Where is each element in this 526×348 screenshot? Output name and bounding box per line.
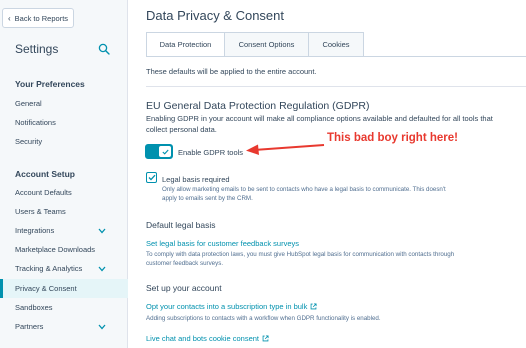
- external-link-icon: [262, 335, 269, 342]
- search-icon[interactable]: [98, 43, 110, 55]
- annotation-arrow-icon: [246, 144, 325, 155]
- chevron-left-icon: ‹: [8, 13, 11, 23]
- legal-basis-checkbox[interactable]: [146, 172, 157, 183]
- sidebar-item-account-defaults[interactable]: Account Defaults: [15, 188, 72, 197]
- enable-gdpr-label: Enable GDPR tools: [178, 148, 244, 157]
- sidebar-item-notifications[interactable]: Notifications: [15, 118, 56, 127]
- settings-sidebar: ‹ Back to Reports Settings Your Preferen…: [0, 0, 128, 348]
- default-legal-basis-heading: Default legal basis: [146, 220, 216, 230]
- bulk-subscription-link[interactable]: Opt your contacts into a subscription ty…: [146, 302, 317, 311]
- check-icon: [148, 174, 155, 181]
- sidebar-item-tracking-analytics[interactable]: Tracking & Analytics: [15, 264, 82, 273]
- live-chat-cookie-link[interactable]: Live chat and bots cookie consent: [146, 334, 269, 343]
- sidebar-item-sandboxes[interactable]: Sandboxes: [15, 303, 53, 312]
- back-to-reports-button[interactable]: ‹ Back to Reports: [2, 8, 74, 28]
- check-icon: [161, 149, 169, 155]
- sidebar-item-partners[interactable]: Partners: [15, 322, 43, 331]
- section-divider: [146, 86, 526, 87]
- legal-basis-feedback-description: To comply with data protection laws, you…: [146, 251, 455, 267]
- legal-basis-description: Only allow marketing emails to be sent t…: [162, 186, 446, 202]
- defaults-note: These defaults will be applied to the en…: [146, 67, 317, 76]
- annotation-text: This bad boy right here!: [327, 132, 458, 144]
- back-button-label: Back to Reports: [14, 13, 69, 23]
- chevron-down-icon[interactable]: [98, 324, 106, 330]
- section-your-preferences: Your Preferences: [15, 79, 85, 89]
- sidebar-item-marketplace-downloads[interactable]: Marketplace Downloads: [15, 245, 95, 254]
- toggle-knob: [159, 146, 171, 157]
- sidebar-item-security[interactable]: Security: [15, 137, 42, 146]
- bulk-subscription-link-text: Opt your contacts into a subscription ty…: [146, 302, 308, 311]
- sidebar-item-integrations[interactable]: Integrations: [15, 226, 54, 235]
- bulk-subscription-description: Adding subscriptions to contacts with a …: [146, 315, 381, 322]
- sidebar-item-privacy-consent[interactable]: Privacy & Consent: [15, 284, 77, 293]
- gdpr-heading: EU General Data Protection Regulation (G…: [146, 100, 370, 112]
- sidebar-title: Settings: [15, 42, 59, 56]
- section-account-setup: Account Setup: [15, 169, 75, 179]
- enable-gdpr-toggle[interactable]: [145, 144, 173, 159]
- tab-bar: Data Protection Consent Options Cookies: [146, 32, 364, 57]
- live-chat-cookie-link-text: Live chat and bots cookie consent: [146, 334, 259, 343]
- external-link-icon: [311, 303, 317, 310]
- sidebar-item-general[interactable]: General: [15, 99, 42, 108]
- tab-data-protection[interactable]: Data Protection: [146, 32, 225, 57]
- set-legal-basis-link[interactable]: Set legal basis for customer feedback su…: [146, 239, 299, 248]
- tab-cookies[interactable]: Cookies: [309, 32, 364, 57]
- tab-consent-options[interactable]: Consent Options: [225, 32, 309, 57]
- chevron-down-icon[interactable]: [98, 266, 106, 272]
- legal-basis-label: Legal basis required: [162, 175, 230, 184]
- tabs-underline: [146, 56, 526, 57]
- page-title: Data Privacy & Consent: [146, 8, 285, 23]
- setup-account-heading: Set up your account: [146, 283, 222, 293]
- chevron-down-icon[interactable]: [98, 228, 106, 234]
- sidebar-item-users-teams[interactable]: Users & Teams: [15, 207, 66, 216]
